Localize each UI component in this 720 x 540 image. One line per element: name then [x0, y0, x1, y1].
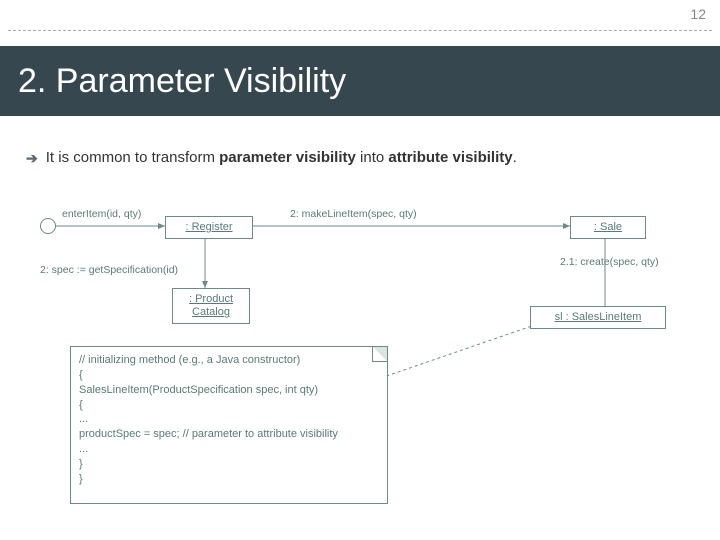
- obj-catalog-line-1: : Product: [189, 293, 233, 305]
- obj-catalog-line-2: Catalog: [192, 306, 230, 318]
- note-line-7: ...: [79, 442, 379, 457]
- code-note: // initializing method (e.g., a Java con…: [70, 346, 388, 504]
- bullet-mid: into: [356, 149, 389, 166]
- msg-make-line-item: 2: makeLineItem(spec, qty): [290, 208, 417, 220]
- bullet-bold-1: parameter visibility: [219, 149, 356, 166]
- actor-head-icon: [40, 218, 56, 234]
- obj-sli-label: sl : SalesLineItem: [555, 311, 642, 323]
- note-line-4: {: [79, 398, 379, 413]
- title-bar: 2. Parameter Visibility: [0, 46, 720, 116]
- page-title: 2. Parameter Visibility: [18, 62, 346, 101]
- arrow-icon: ➔: [26, 148, 38, 168]
- bullet-row: ➔ It is common to transform parameter vi…: [26, 148, 700, 168]
- bullet-bold-2: attribute visibility: [388, 149, 512, 166]
- note-fold-border: [373, 347, 387, 361]
- bullet-text: It is common to transform parameter visi…: [46, 148, 517, 168]
- note-line-5: ...: [79, 412, 379, 427]
- bullet-prefix: It is common to transform: [46, 149, 219, 166]
- note-line-9: }: [79, 472, 379, 487]
- note-line-1: // initializing method (e.g., a Java con…: [79, 353, 379, 368]
- msg-get-specification: 2: spec := getSpecification(id): [40, 264, 178, 276]
- note-line-6: productSpec = spec; // parameter to attr…: [79, 427, 379, 442]
- obj-sale-label: : Sale: [594, 221, 622, 233]
- obj-sale: : Sale: [570, 216, 646, 239]
- note-line-3: SalesLineItem(ProductSpecification spec,…: [79, 383, 379, 398]
- note-line-2: {: [79, 368, 379, 383]
- page-number: 12: [690, 6, 706, 22]
- note-line-8: }: [79, 457, 379, 472]
- obj-register-label: : Register: [185, 221, 232, 233]
- obj-product-catalog: : Product Catalog: [172, 288, 250, 324]
- uml-sequence-diagram: enterItem(id, qty) 2: makeLineItem(spec,…: [30, 190, 690, 510]
- top-rule: [8, 30, 712, 31]
- bullet-suffix: .: [513, 149, 517, 166]
- obj-register: : Register: [165, 216, 253, 239]
- msg-create: 2.1: create(spec, qty): [560, 256, 659, 268]
- msg-enter-item: enterItem(id, qty): [62, 208, 141, 220]
- obj-sales-line-item: sl : SalesLineItem: [530, 306, 666, 329]
